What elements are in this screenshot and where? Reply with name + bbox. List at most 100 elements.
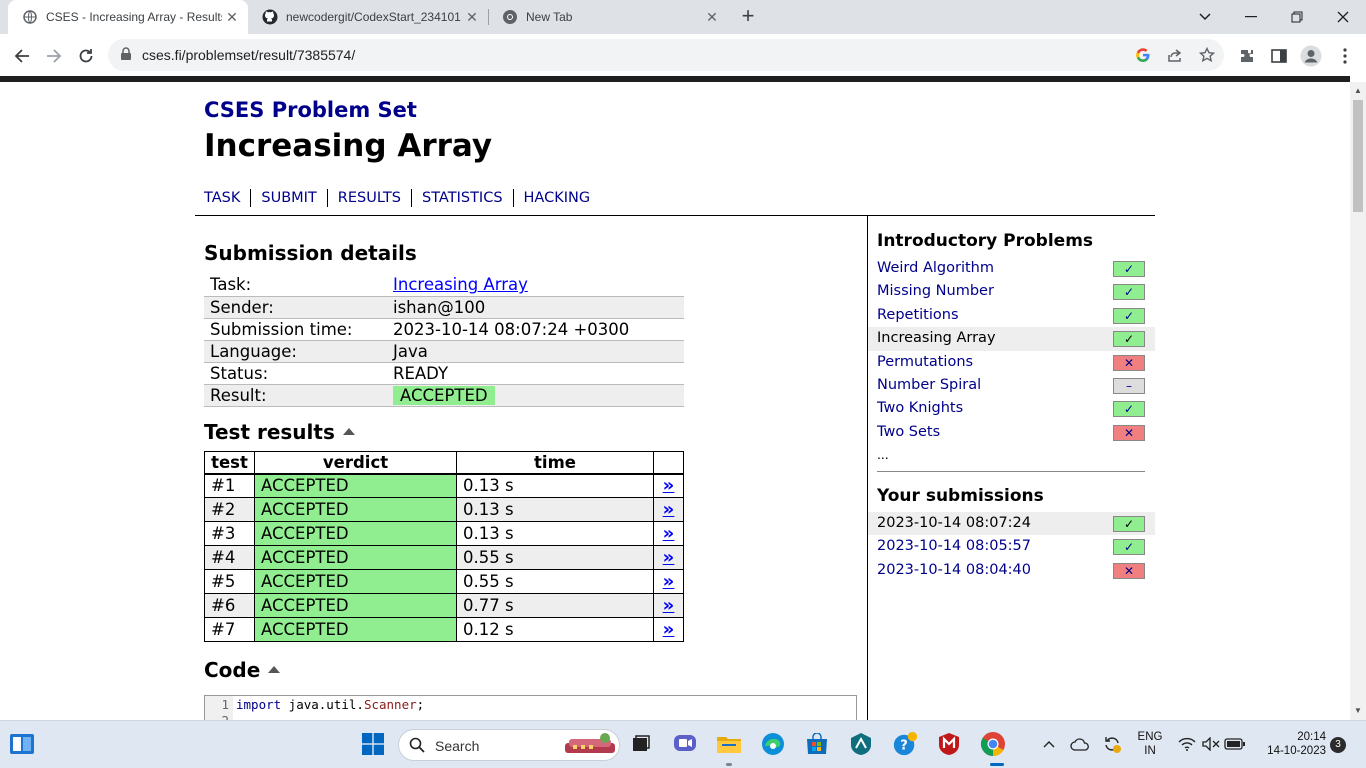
site-title[interactable]: CSES Problem Set: [204, 98, 417, 122]
view-test-link[interactable]: »: [663, 595, 675, 616]
extensions-icon[interactable]: [1236, 46, 1258, 66]
sidebar-item-two-knights[interactable]: Two Knights ✓: [868, 397, 1155, 420]
test-id: #1: [204, 473, 255, 498]
detail-value: Java: [387, 340, 684, 363]
browser-tab-bar: CSES - Increasing Array - Results ✕ newc…: [0, 0, 1366, 34]
forward-button[interactable]: [40, 42, 68, 70]
status-fail-icon: ✕: [1113, 354, 1145, 371]
test-results-heading[interactable]: Test results: [204, 420, 355, 444]
nav-statistics[interactable]: STATISTICS: [411, 189, 513, 207]
nav-submit[interactable]: SUBMIT: [250, 189, 326, 207]
file-explorer-icon[interactable]: [716, 731, 742, 757]
task-view-icon[interactable]: [628, 731, 654, 757]
tab-github[interactable]: newcodergit/CodexStart_234101 ✕: [248, 0, 488, 34]
view-test-link[interactable]: »: [663, 499, 675, 520]
sidebar-item-missing-number[interactable]: Missing Number ✓: [868, 280, 1155, 303]
nav-results[interactable]: RESULTS: [326, 189, 411, 207]
close-tab-icon[interactable]: ✕: [462, 9, 482, 26]
detail-key: Submission time:: [204, 318, 387, 341]
view-test-link[interactable]: »: [663, 547, 675, 568]
sync-icon[interactable]: [1099, 731, 1125, 757]
collapse-caret-icon[interactable]: [268, 666, 281, 673]
sidebar-item-two-sets[interactable]: Two Sets ✕: [868, 421, 1155, 444]
test-id: #4: [204, 545, 255, 570]
bookmark-star-icon[interactable]: [1198, 46, 1216, 64]
menu-kebab-icon[interactable]: [1334, 46, 1356, 66]
sidebar-item-weird-algorithm[interactable]: Weird Algorithm ✓: [868, 257, 1155, 280]
sidebar-divider-line: [877, 471, 1145, 472]
teams-chat-icon[interactable]: [672, 731, 698, 757]
address-bar[interactable]: cses.fi/problemset/result/7385574/: [108, 39, 1224, 71]
status-ok-icon: ✓: [1113, 261, 1145, 277]
tab-search-chevron-icon[interactable]: [1182, 0, 1228, 34]
page-scrollbar[interactable]: ▲ ▼: [1350, 82, 1366, 720]
detail-row: Submission time: 2023-10-14 08:07:24 +03…: [204, 318, 684, 341]
volume-muted-icon[interactable]: [1198, 731, 1224, 757]
close-window-button[interactable]: [1320, 0, 1366, 34]
clock[interactable]: 20:14 14-10-2023: [1258, 730, 1326, 758]
sidebar-item-permutations[interactable]: Permutations ✕: [868, 351, 1155, 374]
scrollbar-thumb[interactable]: [1353, 100, 1363, 212]
status-ok-icon: ✓: [1113, 331, 1145, 348]
battery-icon[interactable]: [1222, 731, 1248, 757]
view-test-link[interactable]: »: [663, 523, 675, 544]
view-test-link[interactable]: »: [663, 571, 675, 592]
get-help-icon[interactable]: ?: [892, 731, 918, 757]
onedrive-cloud-icon[interactable]: [1067, 731, 1093, 757]
table-row: #4 ACCEPTED 0.55 s »: [204, 545, 684, 570]
task-link[interactable]: Increasing Array: [393, 275, 528, 294]
sidebar-item-repetitions[interactable]: Repetitions ✓: [868, 304, 1155, 327]
url-text[interactable]: cses.fi/problemset/result/7385574/: [142, 47, 355, 63]
start-windows-icon[interactable]: [360, 731, 386, 757]
submission-item[interactable]: 2023-10-14 08:04:40 ✕: [868, 559, 1155, 582]
lock-icon[interactable]: [120, 47, 132, 66]
sidebar-item-increasing-array[interactable]: Increasing Array ✓: [868, 327, 1155, 351]
close-tab-icon[interactable]: ✕: [222, 9, 242, 26]
vpn-shield-icon[interactable]: [848, 731, 874, 757]
browser-toolbar: cses.fi/problemset/result/7385574/: [0, 34, 1366, 76]
scroll-up-arrow-icon[interactable]: ▲: [1354, 86, 1362, 95]
wifi-icon[interactable]: [1174, 731, 1200, 757]
widgets-icon[interactable]: [9, 731, 35, 757]
side-panel-icon[interactable]: [1268, 46, 1290, 66]
reload-button[interactable]: [72, 42, 100, 70]
scroll-down-arrow-icon[interactable]: ▼: [1354, 706, 1362, 715]
test-id: #5: [204, 569, 255, 594]
code-block[interactable]: 1 2 import java.util.Scanner;: [204, 695, 857, 720]
chrome-taskbar-icon[interactable]: [980, 731, 1006, 757]
detail-row: Sender: ishan@100: [204, 296, 684, 319]
problem-name: Permutations: [877, 353, 974, 370]
submission-item[interactable]: 2023-10-14 08:05:57 ✓: [868, 535, 1155, 558]
language-indicator[interactable]: ENG IN: [1136, 730, 1164, 758]
view-test-link[interactable]: »: [663, 475, 675, 496]
table-row: #6 ACCEPTED 0.77 s »: [204, 593, 684, 618]
nav-hacking[interactable]: HACKING: [512, 189, 601, 207]
profile-avatar-icon[interactable]: [1300, 45, 1322, 67]
tab-title: CSES - Increasing Array - Results: [46, 10, 222, 24]
minimize-button[interactable]: [1228, 0, 1274, 34]
line-numbers: 1 2: [205, 696, 233, 720]
code-heading[interactable]: Code: [204, 658, 281, 682]
restore-button[interactable]: [1274, 0, 1320, 34]
nav-task[interactable]: TASK: [204, 189, 250, 207]
code-text: java.util.: [281, 697, 364, 712]
tab-cses-results[interactable]: CSES - Increasing Array - Results ✕: [8, 0, 248, 34]
collapse-caret-icon[interactable]: [342, 428, 355, 435]
view-test-link[interactable]: »: [663, 619, 675, 640]
test-verdict: ACCEPTED: [254, 473, 457, 498]
taskbar-search[interactable]: Search: [398, 729, 620, 761]
close-tab-icon[interactable]: ✕: [702, 9, 722, 26]
microsoft-store-icon[interactable]: [804, 731, 830, 757]
show-hidden-icons-chevron-icon[interactable]: [1036, 731, 1062, 757]
notification-count-badge[interactable]: 3: [1330, 737, 1346, 753]
new-tab-button[interactable]: +: [736, 4, 760, 28]
google-icon[interactable]: [1134, 46, 1152, 64]
share-icon[interactable]: [1166, 46, 1184, 64]
submission-item[interactable]: 2023-10-14 08:07:24 ✓: [868, 512, 1155, 536]
mcafee-icon[interactable]: [936, 731, 962, 757]
detail-key: Status:: [204, 362, 387, 385]
back-button[interactable]: [8, 42, 36, 70]
sidebar-item-number-spiral[interactable]: Number Spiral –: [868, 374, 1155, 397]
tab-new-tab[interactable]: New Tab ✕: [488, 0, 728, 34]
edge-icon[interactable]: [760, 731, 786, 757]
